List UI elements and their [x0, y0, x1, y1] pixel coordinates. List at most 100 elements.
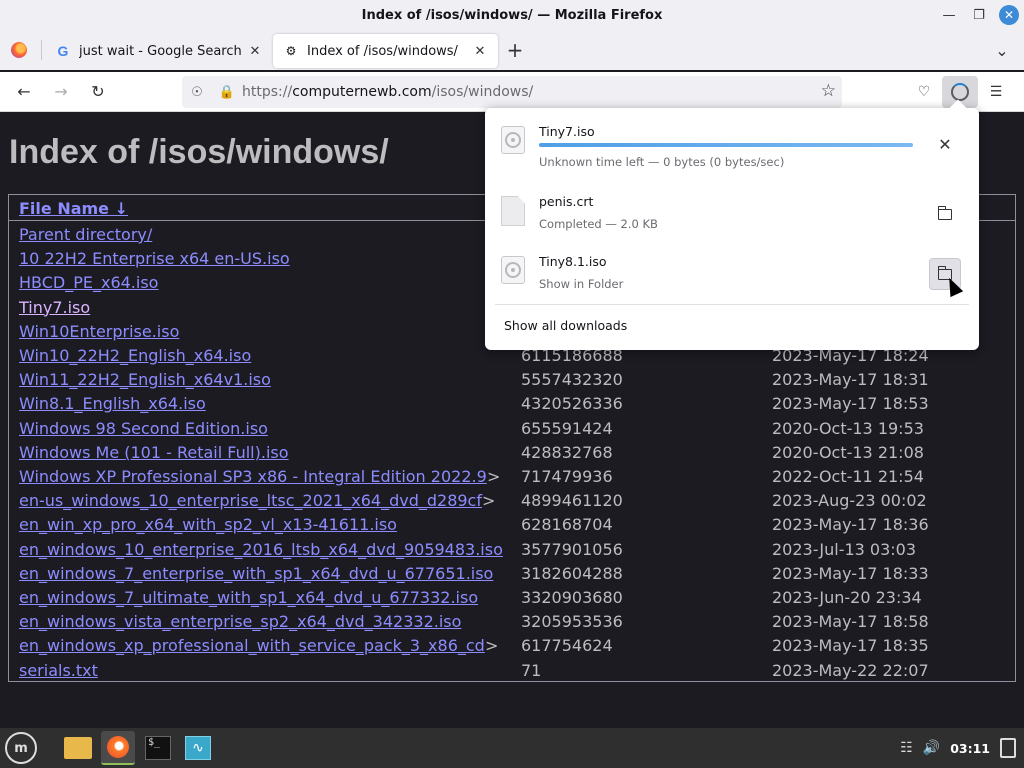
tab-close-icon[interactable]: ✕: [472, 44, 488, 59]
menu-button[interactable]: ☰: [978, 76, 1014, 108]
tab-separator: [41, 40, 42, 60]
file-link[interactable]: en_windows_7_ultimate_with_sp1_x64_dvd_u…: [19, 588, 478, 607]
table-row: Win11_22H2_English_x64v1.iso 5557432320 20…: [9, 370, 1015, 394]
battery-icon[interactable]: [1000, 738, 1016, 758]
pocket-button[interactable]: ♡: [906, 76, 942, 108]
maximize-button[interactable]: ❐: [964, 0, 994, 30]
download-item-tiny81[interactable]: Tiny8.1.iso Show in Folder: [493, 244, 971, 302]
tab-index-windows[interactable]: ⚙ Index of /isos/windows/ ✕: [273, 34, 498, 68]
file-link[interactable]: Parent directory/: [19, 225, 152, 244]
tab-close-icon[interactable]: ✕: [247, 44, 263, 59]
tab-label: just wait - Google Search: [79, 43, 242, 59]
clock[interactable]: 03:11: [950, 741, 990, 756]
file-link[interactable]: HBCD_PE_x64.iso: [19, 273, 158, 292]
table-row: en_windows_7_enterprise_with_sp1_x64_dvd…: [9, 564, 1015, 588]
file-date: 2023-May-17 18:35: [772, 636, 929, 656]
navigation-toolbar: ← → ↻ ☉ 🔒 https://computernewb.com/isos/…: [0, 72, 1024, 112]
list-all-tabs-button[interactable]: ⌄: [990, 38, 1014, 62]
show-all-downloads-button[interactable]: Show all downloads: [504, 318, 627, 333]
file-link[interactable]: en_windows_10_enterprise_2016_ltsb_x64_d…: [19, 540, 503, 559]
bookmark-star-icon[interactable]: ☆: [821, 81, 836, 101]
reload-button[interactable]: ↻: [80, 76, 116, 108]
file-link[interactable]: serials.txt: [19, 661, 98, 680]
folder-icon: [64, 737, 92, 759]
tracking-protection-icon[interactable]: ☉: [182, 85, 212, 100]
file-date: 2023-May-17 18:31: [772, 370, 929, 390]
file-date: 2023-May-17 18:53: [772, 394, 929, 414]
file-date: 2020-Oct-13 19:53: [772, 418, 924, 438]
network-icon[interactable]: ☷: [900, 740, 913, 756]
start-menu-button[interactable]: m: [5, 732, 37, 764]
show-in-folder-button[interactable]: [929, 198, 961, 230]
file-date: 2023-May-22 22:07: [772, 660, 929, 680]
table-row: serials.txt 71 2023-May-22 22:07: [9, 661, 1015, 685]
download-filename: Tiny7.iso: [539, 124, 595, 139]
file-size: 4320526336: [521, 394, 623, 414]
google-icon: G: [57, 43, 69, 59]
file-size: 617754624: [521, 636, 613, 656]
file-size: 3577901056: [521, 539, 623, 559]
file-size: 3320903680: [521, 588, 623, 607]
truncation-marker: >: [482, 491, 496, 511]
url-bar[interactable]: ☉ 🔒 https://computernewb.com/isos/window…: [182, 76, 842, 108]
window-titlebar: Index of /isos/windows/ — Mozilla Firefo…: [0, 0, 1024, 30]
file-size: 628168704: [521, 515, 613, 535]
url-text[interactable]: https://computernewb.com/isos/windows/: [242, 84, 533, 100]
taskbar-firefox[interactable]: [101, 731, 135, 765]
taskbar-system-monitor[interactable]: ∿: [181, 731, 215, 765]
volume-icon[interactable]: 🔊: [923, 740, 940, 756]
file-date: 2023-May-17 18:36: [772, 515, 929, 535]
minimize-button[interactable]: —: [934, 0, 964, 30]
terminal-icon: $_: [145, 736, 171, 760]
file-link[interactable]: en_windows_7_enterprise_with_sp1_x64_dvd…: [19, 564, 493, 583]
forward-button[interactable]: →: [43, 76, 79, 108]
file-link[interactable]: Windows XP Professional SP3 x86 - Integr…: [19, 467, 487, 486]
truncation-marker: >: [485, 636, 499, 656]
download-item-tiny7[interactable]: Tiny7.iso Unknown time left — 0 bytes (0…: [493, 114, 971, 172]
file-date: 2023-Aug-23 00:02: [772, 491, 927, 511]
downloads-panel: Tiny7.iso Unknown time left — 0 bytes (0…: [485, 108, 979, 350]
file-size: 3182604288: [521, 563, 623, 583]
download-progress-bar: [539, 143, 913, 147]
taskbar-files[interactable]: [61, 731, 95, 765]
system-tray: ☷ 🔊 03:11: [900, 728, 1024, 768]
cancel-download-button[interactable]: ✕: [929, 128, 961, 160]
download-status: Completed — 2.0 KB: [539, 217, 658, 231]
tab-google-search[interactable]: G just wait - Google Search ✕: [45, 34, 273, 68]
file-link[interactable]: Win10Enterprise.iso: [19, 322, 179, 341]
file-link[interactable]: Win8.1_English_x64.iso: [19, 394, 206, 413]
file-link[interactable]: en_windows_xp_professional_with_service_…: [19, 636, 485, 655]
file-link[interactable]: 10 22H2 Enterprise x64 en-US.iso: [19, 249, 290, 268]
file-link[interactable]: en-us_windows_10_enterprise_ltsc_2021_x6…: [19, 491, 482, 510]
file-link[interactable]: Windows Me (101 - Retail Full).iso: [19, 443, 289, 462]
table-row: Win8.1_English_x64.iso 4320526336 2023-May…: [9, 394, 1015, 418]
table-row: en_windows_vista_enterprise_sp2_x64_dvd_…: [9, 612, 1015, 636]
downloads-divider: [495, 304, 969, 305]
file-size: 5557432320: [521, 370, 623, 390]
tab-strip: G just wait - Google Search ✕ ⚙ Index of…: [0, 30, 1024, 70]
table-row: en_windows_10_enterprise_2016_ltsb_x64_d…: [9, 540, 1015, 564]
file-link[interactable]: Tiny7.iso: [19, 298, 90, 317]
new-tab-button[interactable]: +: [498, 33, 532, 67]
table-row: Windows 98 Second Edition.iso 655591424 20…: [9, 419, 1015, 443]
file-link[interactable]: Win11_22H2_English_x64v1.iso: [19, 370, 271, 389]
lock-icon[interactable]: 🔒: [212, 85, 242, 100]
file-date: 2022-Oct-11 21:54: [772, 467, 924, 486]
table-row: en-us_windows_10_enterprise_ltsc_2021_x6…: [9, 491, 1015, 515]
page-heading: Index of /isos/windows/: [9, 133, 389, 171]
back-button[interactable]: ←: [6, 76, 42, 108]
table-row: en_windows_xp_professional_with_service_…: [9, 636, 1015, 660]
file-link[interactable]: Windows 98 Second Edition.iso: [19, 419, 268, 438]
file-size: 71: [521, 660, 542, 680]
disc-icon: [501, 256, 527, 286]
file-name-column-header[interactable]: File Name ↓: [19, 199, 128, 218]
taskbar-terminal[interactable]: $_: [141, 731, 175, 765]
firefox-view-button[interactable]: [0, 30, 38, 70]
file-link[interactable]: en_windows_vista_enterprise_sp2_x64_dvd_…: [19, 612, 461, 631]
file-link[interactable]: en_win_xp_pro_x64_with_sp2_vl_x13-41611.…: [19, 515, 397, 534]
download-status: Show in Folder: [539, 277, 624, 291]
close-window-button[interactable]: ✕: [994, 0, 1024, 30]
file-link[interactable]: Win10_22H2_English_x64.iso: [19, 346, 251, 365]
file-date: 2023-Jul-13 03:03: [772, 539, 917, 559]
download-item-crt[interactable]: penis.crt Completed — 2.0 KB: [493, 184, 971, 242]
